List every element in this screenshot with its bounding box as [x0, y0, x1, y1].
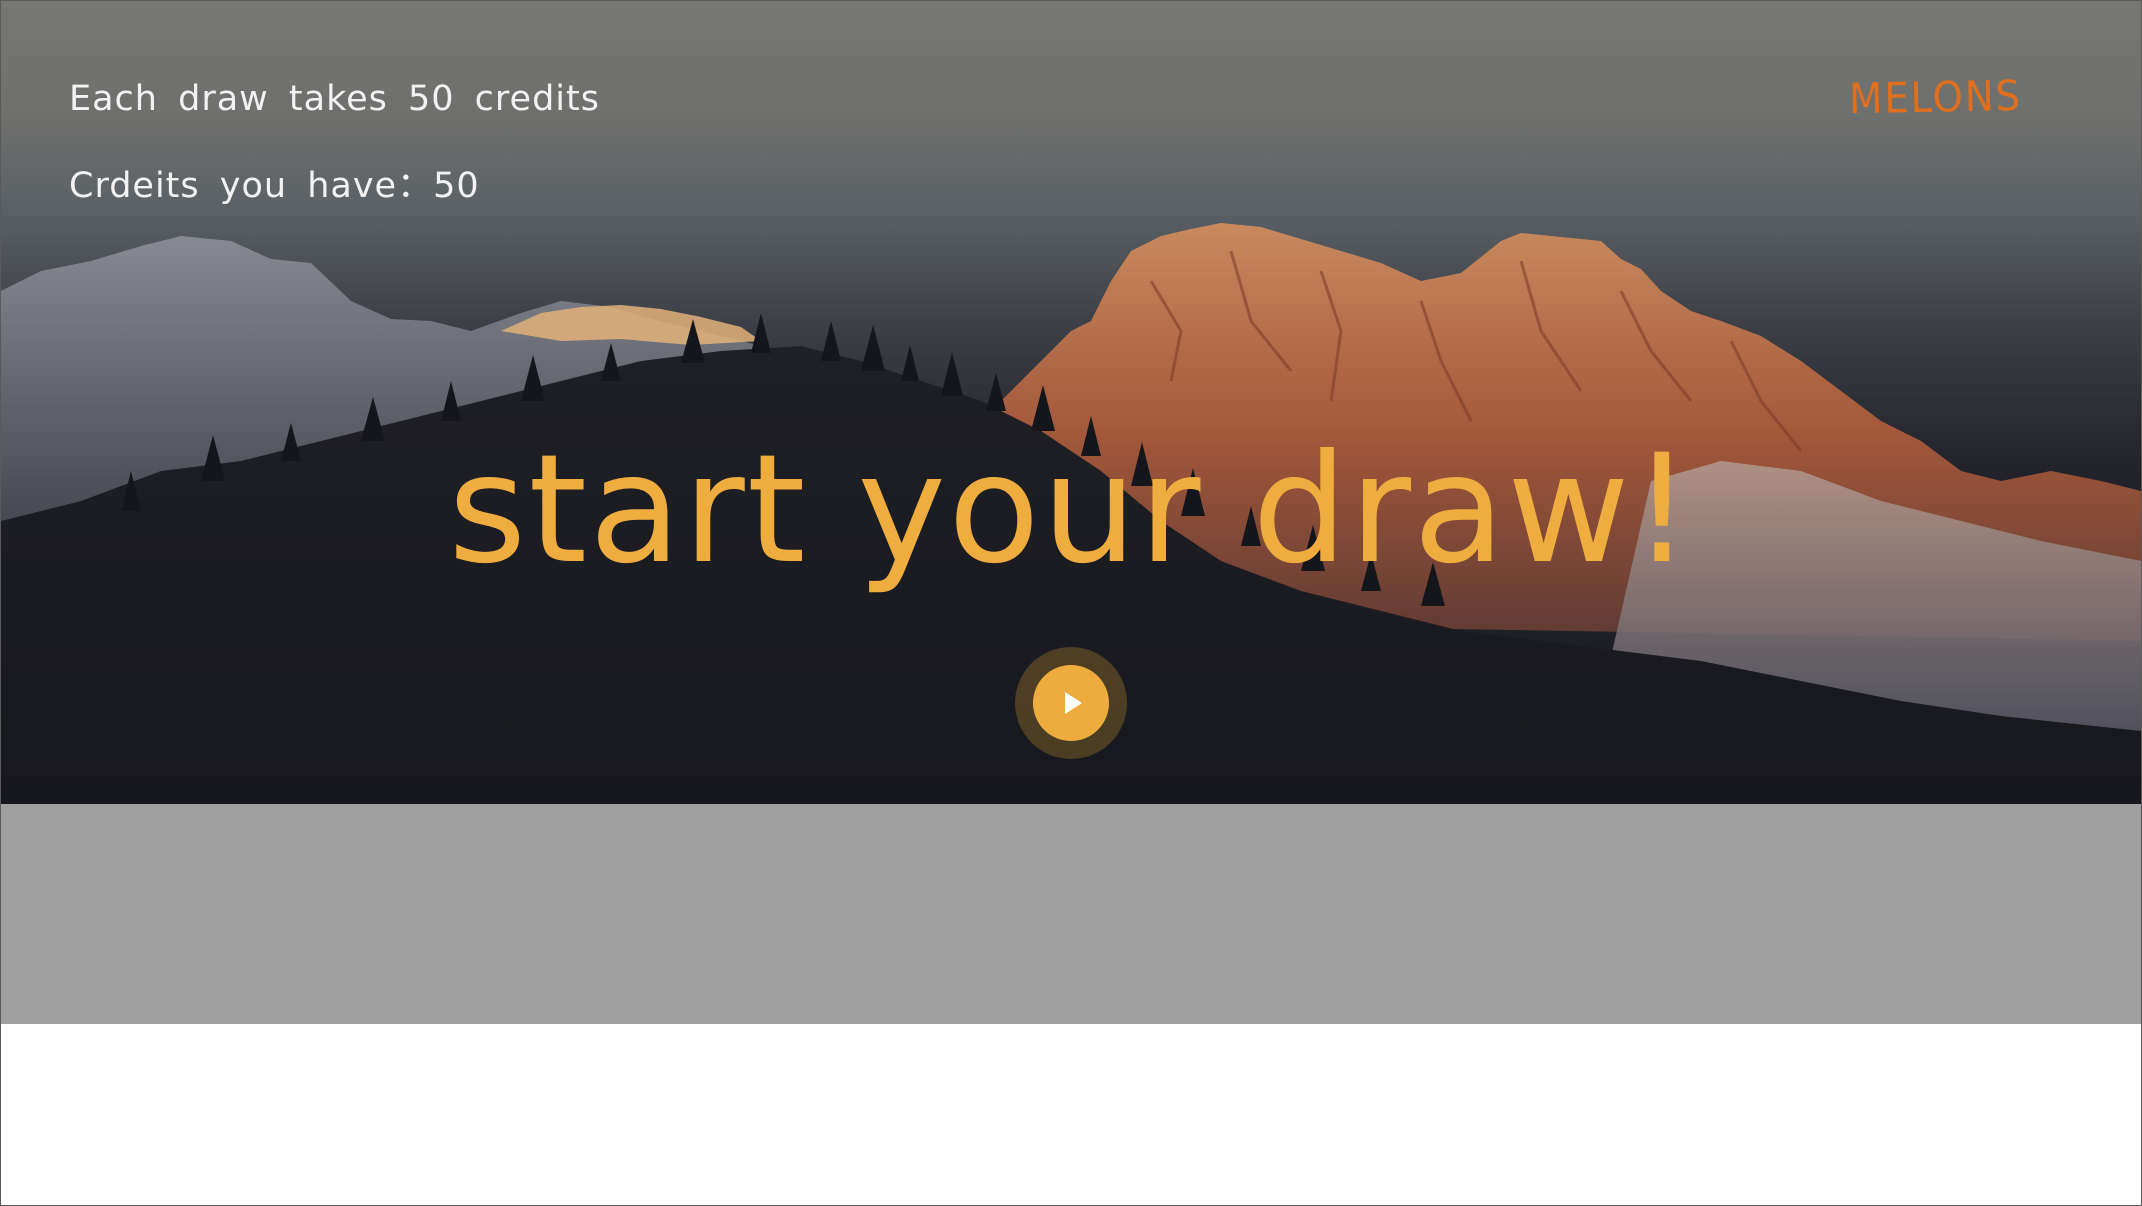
hero-headline: start your draw!	[448, 423, 1694, 597]
start-draw-button[interactable]	[1015, 647, 1127, 759]
content-band	[1, 804, 2141, 1024]
credit-balance-text: Crdeits you have：50	[69, 166, 480, 206]
page-footer-area	[1, 1024, 2141, 1205]
play-icon	[1065, 692, 1082, 714]
draw-cost-text: Each draw takes 50 credits	[69, 79, 600, 119]
page-frame: Each draw takes 50 credits Crdeits you h…	[0, 0, 2142, 1206]
brand-logo[interactable]: MELONS	[1849, 71, 2023, 123]
play-button-core[interactable]	[1033, 665, 1109, 741]
hero-banner: Each draw takes 50 credits Crdeits you h…	[1, 1, 2141, 804]
